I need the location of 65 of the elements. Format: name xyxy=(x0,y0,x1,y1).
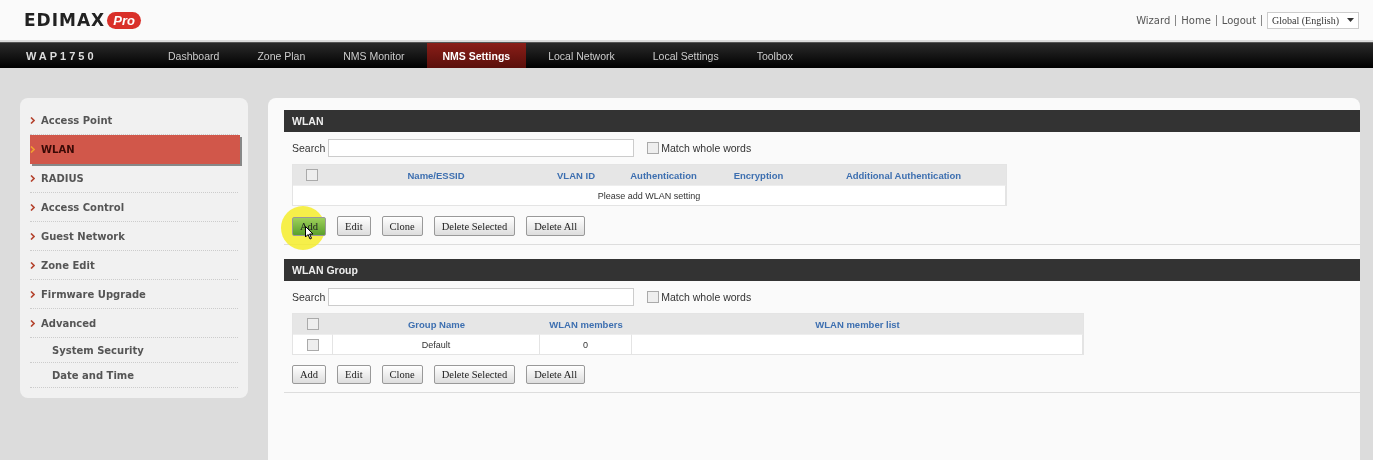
brand-logo-text: EDIMAX xyxy=(24,10,106,30)
action-button[interactable]: Clone xyxy=(381,365,423,384)
chevron-icon xyxy=(30,174,35,182)
section-header: WLAN Group xyxy=(284,259,1360,281)
column-header: Authentication xyxy=(611,165,716,185)
action-button[interactable]: Delete Selected xyxy=(433,365,516,384)
action-button[interactable]: Edit xyxy=(337,365,371,384)
empty-table-message: Please add WLAN setting xyxy=(293,185,1006,205)
checkbox-label: Match whole words xyxy=(661,291,752,303)
nav-tab[interactable]: Toolbox xyxy=(740,43,809,68)
sidebar-subitem[interactable]: System Security xyxy=(30,338,238,363)
brand-badge: Pro xyxy=(107,11,141,29)
sidebar-item[interactable]: Firmware Upgrade xyxy=(30,280,238,309)
chevron-icon xyxy=(30,232,35,240)
action-button[interactable]: Edit xyxy=(337,216,371,236)
nav-tab[interactable]: Local Network xyxy=(532,43,631,68)
chevron-icon xyxy=(30,261,35,269)
nav-tab[interactable]: NMS Monitor xyxy=(327,43,421,68)
column-header: VLAN ID xyxy=(541,165,611,185)
nav-tab[interactable]: Zone Plan xyxy=(241,43,322,68)
action-button[interactable]: Delete Selected xyxy=(433,216,516,236)
checkbox-label: Match whole words xyxy=(661,142,752,154)
checkbox[interactable] xyxy=(647,142,660,154)
action-button[interactable]: Delete All xyxy=(526,216,586,236)
search-field[interactable] xyxy=(328,139,635,157)
nav-tab[interactable]: Dashboard xyxy=(152,43,236,68)
chevron-icon xyxy=(30,319,35,327)
chevron-icon xyxy=(30,116,35,124)
column-header: WLAN members xyxy=(540,314,632,334)
dropdown-caret-icon xyxy=(1347,18,1354,22)
column-header: Encryption xyxy=(716,165,801,185)
chevron-icon xyxy=(30,290,35,298)
table-cell: 0 xyxy=(540,334,632,354)
search-field[interactable] xyxy=(328,288,635,306)
sidebar-item[interactable]: Access Control xyxy=(30,193,238,222)
action-button[interactable]: Delete All xyxy=(526,365,586,384)
sidebar-item[interactable]: WLAN xyxy=(30,135,240,164)
column-header: Name/ESSID xyxy=(331,165,541,185)
table-cell: Default xyxy=(333,334,540,354)
action-button[interactable]: Add xyxy=(292,365,327,384)
search-label: Search xyxy=(292,142,326,154)
nav-tab[interactable]: NMS Settings xyxy=(426,43,527,68)
language-dropdown[interactable]: Global (English) xyxy=(1267,11,1359,29)
select-all-checkbox[interactable] xyxy=(306,169,318,181)
section-header: WLAN xyxy=(284,110,1360,132)
search-label: Search xyxy=(292,291,326,303)
chevron-icon xyxy=(30,146,35,153)
column-header: Group Name xyxy=(333,314,540,334)
header-link[interactable]: Logout xyxy=(1221,14,1257,26)
row-checkbox[interactable] xyxy=(306,338,319,351)
model-name: WAP1750 xyxy=(26,48,98,64)
column-header: WLAN member list xyxy=(632,314,1083,334)
header-link[interactable]: Wizard xyxy=(1136,14,1171,26)
header-link[interactable]: Home xyxy=(1181,14,1211,26)
action-button[interactable]: Clone xyxy=(381,216,423,236)
column-header: Additional Authentication xyxy=(801,165,1006,185)
sidebar-item[interactable]: RADIUS xyxy=(30,164,238,193)
sidebar-item[interactable]: Advanced xyxy=(30,309,238,338)
select-all-checkbox[interactable] xyxy=(307,318,319,330)
sidebar-item[interactable]: Guest Network xyxy=(30,222,238,251)
chevron-icon xyxy=(30,203,35,211)
sidebar-item[interactable]: Zone Edit xyxy=(30,251,238,280)
checkbox[interactable] xyxy=(647,291,660,303)
nav-tab[interactable]: Local Settings xyxy=(636,43,735,68)
sidebar-subitem[interactable]: Date and Time xyxy=(30,363,238,388)
